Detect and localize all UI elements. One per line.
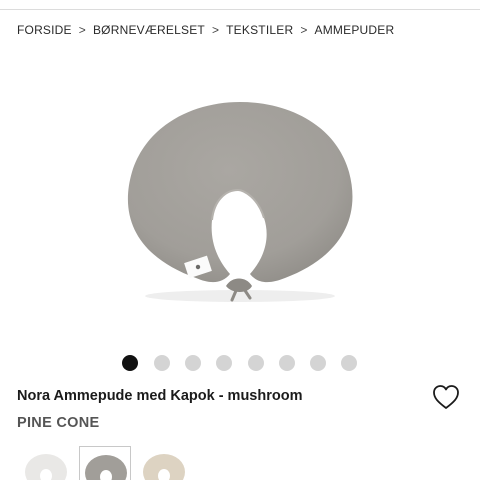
breadcrumb-item-bornevaerelset[interactable]: BØRNEVÆRELSET [93,23,205,37]
wishlist-button[interactable] [432,384,460,410]
variant-thumbnail-white [25,454,67,480]
gallery-dot-4[interactable] [216,355,232,371]
gallery-pagination [0,355,480,371]
header-divider [0,9,480,10]
variant-thumbnail-sand [143,454,185,480]
breadcrumb-item-tekstiler[interactable]: TEKSTILER [226,23,293,37]
gallery-dot-6[interactable] [279,355,295,371]
gallery-dot-2[interactable] [154,355,170,371]
product-image [127,102,353,302]
product-brand[interactable]: PINE CONE [17,415,99,431]
variant-swatch-sand[interactable] [140,446,192,480]
variant-swatch-mushroom[interactable] [79,446,131,480]
product-page: FORSIDE > BØRNEVÆRELSET > TEKSTILER > AM… [0,0,480,480]
nursing-pillow [127,102,353,283]
breadcrumb-item-forside[interactable]: FORSIDE [17,23,72,37]
breadcrumb-separator: > [211,23,220,37]
product-title: Nora Ammepude med Kapok - mushroom [17,388,303,404]
gallery-dot-3[interactable] [185,355,201,371]
gallery-dot-8[interactable] [341,355,357,371]
gallery-dot-1[interactable] [122,355,138,371]
gallery-dot-7[interactable] [310,355,326,371]
variant-swatch-white[interactable] [22,446,74,480]
breadcrumb-separator: > [300,23,308,37]
product-image-gallery[interactable] [0,60,480,340]
heart-outline-icon [433,385,459,409]
gallery-dot-5[interactable] [248,355,264,371]
breadcrumb: FORSIDE > BØRNEVÆRELSET > TEKSTILER > AM… [17,22,394,38]
breadcrumb-separator: > [78,23,86,37]
variant-thumbnail-mushroom [85,455,127,480]
breadcrumb-item-ammepuder[interactable]: AMMEPUDER [315,23,395,37]
